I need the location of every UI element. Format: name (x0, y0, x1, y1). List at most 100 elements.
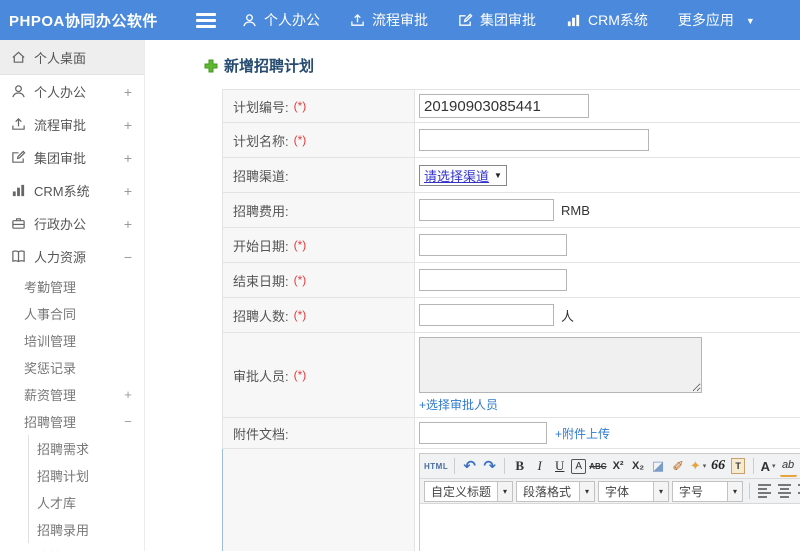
topnav-label: 流程审批 (372, 12, 428, 28)
sidebar-item-salary-mgmt[interactable]: 薪资管理 + (0, 381, 144, 408)
channel-select[interactable]: 请选择渠道 ▼ (419, 164, 507, 186)
align-left-icon (758, 482, 771, 500)
user-icon (243, 13, 256, 26)
caret-down-icon[interactable]: ▼ (746, 14, 755, 26)
sidebar-item-workflow-approval[interactable]: 流程审批 + (0, 108, 144, 141)
caret-down-icon: ▾ (702, 463, 707, 470)
sidebar-item-label: 招聘计划 (37, 469, 90, 484)
caret-down-icon: ▾ (579, 481, 594, 501)
sidebar-item-crm-system[interactable]: CRM系统 + (0, 174, 144, 207)
field-label-text: 开始日期: (233, 238, 289, 254)
field-label: 招聘渠道: (223, 158, 415, 192)
sidebar-item-recruit-hiring[interactable]: 招聘录用 (29, 516, 144, 543)
collapse-toggle[interactable]: − (122, 414, 134, 429)
start-date-input[interactable] (419, 234, 567, 256)
topnav-personal-office[interactable]: 个人办公 (242, 10, 320, 30)
font-color-button[interactable]: A ▾ (760, 456, 777, 477)
paste-as-text-button[interactable]: T (730, 456, 747, 477)
eraser-icon[interactable]: ◪ (650, 456, 667, 477)
expand-toggle[interactable]: + (122, 183, 134, 199)
custom-title-dropdown[interactable]: 自定义标题 ▾ (424, 480, 513, 502)
recruit-plan-form: 计划编号: (*) 计划名称: (*) (222, 89, 800, 551)
sidebar-item-label: 招聘需求 (37, 442, 90, 457)
sidebar-item-label: 集团审批 (34, 151, 87, 166)
magic-wand-icon[interactable]: ✦ ▾ (690, 456, 707, 477)
user-icon (12, 85, 25, 98)
required-marker: (*) (293, 368, 307, 382)
sidebar: 个人桌面 个人办公 + 流程审批 + 集团审批 + CRM系统 + 行政办公 +… (0, 40, 145, 551)
align-right-button[interactable] (796, 481, 800, 502)
editor-content-area[interactable] (420, 504, 800, 551)
sidebar-item-talent-pool[interactable]: 人才库 (29, 489, 144, 516)
fee-input[interactable] (419, 199, 554, 221)
sidebar-item-attendance-mgmt[interactable]: 考勤管理 (0, 273, 144, 300)
field-value-cell (415, 263, 800, 297)
blockquote-button[interactable]: 66 (710, 456, 727, 477)
topnav-label: 集团审批 (480, 12, 536, 28)
font-family-dropdown[interactable]: 字体 ▾ (598, 480, 669, 502)
form-row-channel: 招聘渠道: 请选择渠道 ▼ (223, 158, 800, 193)
expand-toggle[interactable]: + (122, 117, 134, 133)
highlight-button[interactable]: ab (779, 456, 797, 477)
html-source-button[interactable]: HTML (424, 456, 448, 477)
underline-button[interactable]: U (551, 456, 568, 477)
font-size-dropdown[interactable]: 字号 ▾ (672, 480, 743, 502)
sidebar-item-training-mgmt[interactable]: 培训管理 (0, 327, 144, 354)
sidebar-item-group-approval[interactable]: 集团审批 + (0, 141, 144, 174)
bold-button[interactable]: B (511, 456, 528, 477)
end-date-input[interactable] (419, 269, 567, 291)
caret-down-icon: ▾ (653, 481, 668, 501)
undo-button[interactable]: ↶ (461, 456, 478, 477)
paragraph-format-dropdown[interactable]: 段落格式 ▾ (516, 480, 595, 502)
sidebar-item-recruit-demand[interactable]: 招聘需求 (29, 435, 144, 462)
hamburger-icon[interactable] (196, 12, 216, 28)
form-row-approvers: 审批人员: (*) +选择审批人员 (223, 333, 800, 418)
add-plus-icon (204, 59, 218, 72)
field-label-text: 附件文档: (233, 426, 289, 442)
topnav-crm-system[interactable]: CRM系统 (566, 10, 648, 30)
attachment-input[interactable] (419, 422, 547, 444)
headcount-input[interactable] (419, 304, 554, 326)
home-icon (12, 51, 25, 63)
sidebar-item-personal-office[interactable]: 个人办公 + (0, 75, 144, 108)
font-style-button[interactable]: A (571, 458, 587, 474)
caret-down-icon: ▼ (494, 170, 502, 180)
sidebar-item-reward-punishment[interactable]: 奖惩记录 (0, 354, 144, 381)
format-brush-icon[interactable]: ✐ (670, 456, 687, 477)
sidebar-item-hr-contracts[interactable]: 人事合同 (0, 300, 144, 327)
collapse-toggle[interactable]: − (122, 249, 134, 265)
select-approver-link[interactable]: +选择审批人员 (419, 396, 498, 413)
expand-toggle[interactable]: + (122, 84, 134, 100)
approver-textarea[interactable] (419, 337, 702, 393)
sidebar-item-personnel-mgmt[interactable]: 人事管理 + (0, 543, 144, 551)
topnav-workflow-approval[interactable]: 流程审批 (350, 10, 428, 30)
toolbar-separator (752, 458, 754, 474)
page-title: 新增招聘计划 (204, 55, 800, 76)
strikethrough-button[interactable]: ABC (589, 456, 606, 477)
subscript-button[interactable]: X₂ (630, 456, 647, 477)
expand-toggle[interactable]: + (122, 387, 134, 402)
align-left-button[interactable] (756, 481, 773, 502)
plan-number-input[interactable] (419, 94, 589, 118)
app-logo: PHPOA协同办公软件 (9, 12, 158, 30)
share-icon (351, 13, 364, 26)
plan-name-input[interactable] (419, 129, 649, 151)
edit-icon (459, 12, 473, 26)
superscript-button[interactable]: X² (610, 456, 627, 477)
field-value-cell: +选择审批人员 (415, 333, 800, 417)
sidebar-item-recruit-plan[interactable]: 招聘计划 (29, 462, 144, 489)
redo-button[interactable]: ↷ (481, 456, 498, 477)
chart-icon (567, 14, 580, 26)
sidebar-item-admin-office[interactable]: 行政办公 + (0, 207, 144, 240)
attachment-upload-link[interactable]: +附件上传 (555, 425, 610, 442)
align-center-button[interactable] (776, 481, 793, 502)
sidebar-item-human-resources[interactable]: 人力资源 − (0, 240, 144, 273)
sidebar-item-recruit-mgmt[interactable]: 招聘管理 − (0, 408, 144, 435)
topnav-more-apps[interactable]: 更多应用 (678, 10, 734, 30)
expand-toggle[interactable]: + (122, 216, 134, 232)
italic-button[interactable]: I (531, 456, 548, 477)
toolbar-separator (749, 483, 750, 499)
sidebar-item-personal-desktop[interactable]: 个人桌面 (0, 40, 144, 75)
expand-toggle[interactable]: + (122, 150, 134, 166)
topnav-group-approval[interactable]: 集团审批 (458, 10, 536, 30)
